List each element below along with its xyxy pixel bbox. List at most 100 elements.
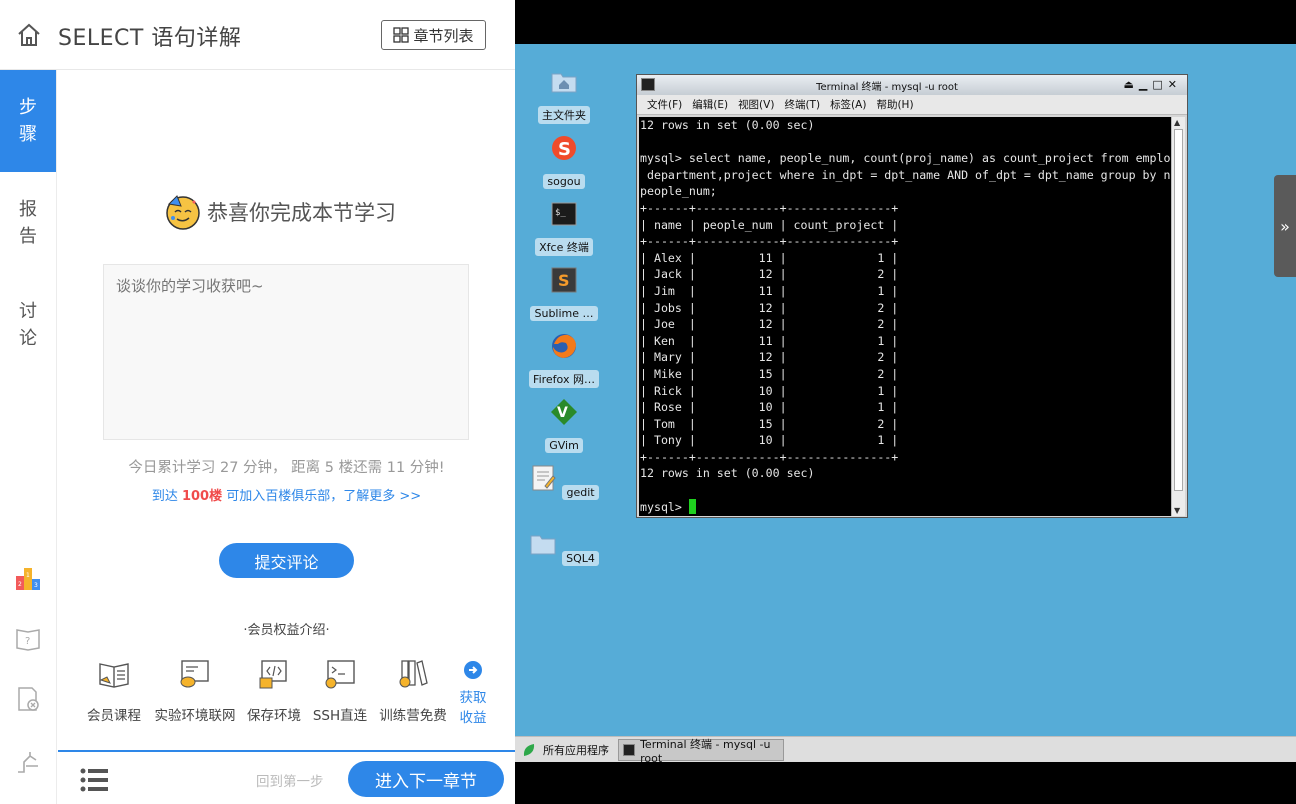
grid-icon bbox=[393, 27, 410, 43]
submit-comment-button[interactable]: 提交评论 bbox=[219, 543, 354, 578]
terminal-window[interactable]: Terminal 终端 - mysql -u root ⏏▁□✕ 文件(F) 编… bbox=[636, 74, 1188, 518]
desktop-icon-label: sogou bbox=[543, 174, 585, 189]
perk-label: 会员课程 bbox=[87, 708, 141, 724]
terminal-cursor bbox=[688, 498, 696, 514]
exit-icon[interactable] bbox=[14, 748, 42, 776]
terminal-menubar: 文件(F) 编辑(E) 视图(V) 终端(T) 标签(A) 帮助(H) bbox=[637, 95, 1187, 115]
club-prefix: 到达 bbox=[151, 489, 182, 504]
svg-text:?: ? bbox=[25, 636, 30, 647]
member-benefits-title: ·会员权益介绍· bbox=[243, 623, 330, 638]
report-error-icon[interactable] bbox=[14, 685, 42, 713]
study-stat-text: 今日累计学习 27 分钟， 距离 5 楼还需 11 分钟! bbox=[128, 460, 445, 476]
desktop-icon-firefox[interactable]: Firefox 网… bbox=[529, 332, 599, 388]
arrow-circle-icon bbox=[464, 661, 482, 679]
tab-discussion[interactable]: 讨论 bbox=[0, 274, 56, 376]
party-face-icon bbox=[166, 195, 200, 230]
svg-text:2: 2 bbox=[18, 581, 22, 588]
leaf-logo-icon bbox=[523, 744, 535, 756]
desktop-icon-label: 主文件夹 bbox=[538, 106, 590, 124]
get-benefit-link[interactable]: 获取 收益 bbox=[456, 660, 490, 728]
desktop-icon-gvim[interactable]: V GVim bbox=[529, 398, 599, 453]
desktop-icon-gedit[interactable]: gedit bbox=[529, 464, 599, 500]
scroll-thumb[interactable] bbox=[1174, 129, 1183, 491]
menu-tabs[interactable]: 标签(A) bbox=[830, 97, 866, 112]
perk-label: SSH直连 bbox=[312, 708, 368, 724]
taskbar-terminal-button[interactable]: Terminal 终端 - mysql -u root bbox=[618, 738, 784, 765]
chapter-list-button[interactable]: 章节列表 bbox=[381, 20, 486, 50]
perk-member-course: 会员课程 bbox=[84, 658, 144, 724]
congrats-heading: 恭喜你完成本节学习 bbox=[163, 192, 396, 232]
all-apps-label: 所有应用程序 bbox=[543, 744, 609, 757]
get-benefit-line1: 获取 bbox=[459, 690, 487, 706]
congrats-text: 恭喜你完成本节学习 bbox=[207, 201, 396, 225]
terminal-link-icon bbox=[325, 660, 355, 689]
taskbar: 所有应用程序 Terminal 终端 - mysql -u root bbox=[515, 736, 1296, 765]
monitor-network-icon bbox=[180, 660, 209, 688]
desktop-icon-label: SQL4 bbox=[562, 551, 599, 566]
tab-steps[interactable]: 步骤 bbox=[0, 70, 56, 172]
vim-icon: V bbox=[551, 399, 577, 425]
next-chapter-button[interactable]: 进入下一章节 bbox=[348, 761, 504, 797]
code-save-icon bbox=[259, 660, 287, 689]
comment-input[interactable] bbox=[103, 264, 469, 440]
books-icon bbox=[399, 660, 428, 688]
sogou-icon: S bbox=[552, 136, 576, 160]
book-icon bbox=[99, 663, 129, 688]
svg-text:S: S bbox=[558, 271, 570, 290]
tab-steps-label: 步骤 bbox=[19, 97, 37, 145]
desktop-icon-xfce-terminal[interactable]: $_ Xfce 终端 bbox=[529, 200, 599, 256]
club-link[interactable]: 到达 100楼 可加入百楼俱乐部，了解更多 >> bbox=[58, 485, 515, 504]
menu-edit[interactable]: 编辑(E) bbox=[692, 97, 728, 112]
header-bar: SELECT 语句详解 章节列表 bbox=[0, 0, 515, 70]
panel-expand-button[interactable]: » bbox=[1274, 175, 1296, 277]
perk-label: 实验环境联网 bbox=[154, 708, 236, 724]
menu-view[interactable]: 视图(V) bbox=[738, 97, 774, 112]
svg-text:S: S bbox=[558, 139, 571, 160]
menu-file[interactable]: 文件(F) bbox=[647, 97, 682, 112]
main-content: 恭喜你完成本节学习 今日累计学习 27 分钟， 距离 5 楼还需 11 分钟! … bbox=[58, 70, 515, 750]
desktop-icon-label: Firefox 网… bbox=[529, 370, 599, 388]
list-icon[interactable] bbox=[80, 767, 110, 793]
all-apps-button[interactable]: 所有应用程序 bbox=[521, 740, 609, 760]
menu-terminal[interactable]: 终端(T) bbox=[784, 97, 820, 112]
tab-discussion-label: 讨论 bbox=[19, 301, 37, 349]
text-editor-icon bbox=[532, 465, 557, 491]
taskbar-window-label: Terminal 终端 - mysql -u root bbox=[640, 737, 771, 765]
scroll-down-icon[interactable]: ▼ bbox=[1174, 506, 1180, 515]
side-nav: 步骤 报告 讨论 2 1 3 ? bbox=[0, 70, 57, 804]
terminal-title: Terminal 终端 - mysql -u root bbox=[816, 82, 958, 93]
course-panel: SELECT 语句详解 章节列表 步骤 报告 讨论 2 1 3 ? 恭喜你完成本… bbox=[0, 0, 515, 804]
desktop-icon-label: Sublime … bbox=[530, 306, 598, 321]
sublime-icon: S bbox=[551, 267, 577, 293]
terminal-output: 12 rows in set (0.00 sec) mysql> select … bbox=[640, 118, 1171, 514]
perk-save-env: 保存环境 bbox=[244, 658, 304, 724]
tab-report-label: 报告 bbox=[19, 199, 37, 247]
help-book-icon[interactable]: ? bbox=[14, 625, 42, 653]
menu-help[interactable]: 帮助(H) bbox=[876, 97, 913, 112]
club-suffix: 可加入百楼俱乐部，了解更多 >> bbox=[222, 489, 422, 504]
ranking-icon[interactable]: 2 1 3 bbox=[14, 564, 42, 592]
scroll-up-icon[interactable]: ▲ bbox=[1174, 118, 1180, 127]
desktop-icon-home[interactable]: 主文件夹 bbox=[529, 68, 599, 124]
desktop-icon-sql4[interactable]: SQL4 bbox=[529, 530, 599, 566]
firefox-icon bbox=[552, 334, 576, 358]
tab-report[interactable]: 报告 bbox=[0, 172, 56, 274]
svg-text:$_: $_ bbox=[555, 208, 566, 218]
desktop-icon-sublime[interactable]: S Sublime … bbox=[529, 266, 599, 321]
home-icon[interactable] bbox=[16, 22, 42, 48]
terminal-small-icon bbox=[623, 744, 636, 756]
perk-camp-free: 训练营免费 bbox=[376, 658, 450, 724]
back-to-first-step-link[interactable]: 回到第一步 bbox=[256, 770, 324, 790]
window-controls[interactable]: ⏏▁□✕ bbox=[1124, 78, 1182, 91]
desktop-icon-label: gedit bbox=[562, 485, 599, 500]
desktop-icon-sogou[interactable]: S sogou bbox=[529, 134, 599, 189]
folder-home-icon bbox=[551, 73, 577, 93]
desktop-icon-label: GVim bbox=[545, 438, 583, 453]
club-floor: 100楼 bbox=[181, 489, 223, 504]
perk-label: 训练营免费 bbox=[379, 708, 447, 724]
terminal-titlebar[interactable]: Terminal 终端 - mysql -u root ⏏▁□✕ bbox=[637, 75, 1187, 95]
terminal-screen[interactable]: 12 rows in set (0.00 sec) mysql> select … bbox=[639, 117, 1171, 516]
terminal-icon: $_ bbox=[551, 202, 577, 226]
terminal-scrollbar[interactable]: ▲ ▼ bbox=[1171, 117, 1185, 516]
svg-text:3: 3 bbox=[34, 582, 38, 589]
